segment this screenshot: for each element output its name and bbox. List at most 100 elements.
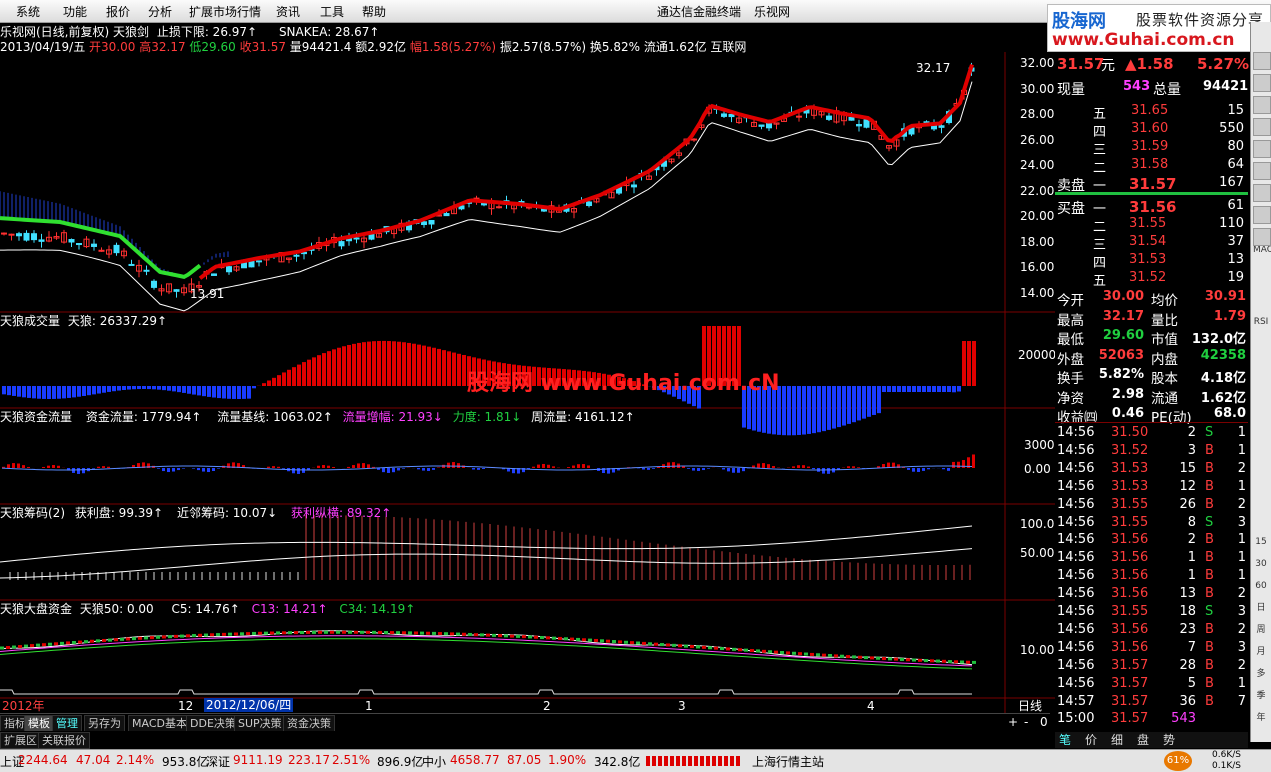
toolstrip-button[interactable]: 周 <box>1253 622 1269 638</box>
flow-bar <box>22 465 25 468</box>
toolstrip-icon[interactable] <box>1253 162 1271 180</box>
market-bar <box>78 641 82 644</box>
toolstrip-icon[interactable] <box>1253 228 1271 246</box>
zoom-minus-button[interactable]: - <box>1024 715 1028 729</box>
bid-row[interactable]: 买盘一 31.56 61 <box>1055 197 1248 215</box>
zoom-reset-button[interactable]: 0 <box>1040 715 1048 729</box>
header-snake: SNAKEA: 28.67↑ <box>279 25 380 39</box>
tab-save-as[interactable]: 另存为 <box>84 715 125 732</box>
date-axis-period[interactable]: 日线 <box>1018 699 1042 713</box>
station-name[interactable]: 上海行情主站 <box>752 753 824 770</box>
toolstrip-icon[interactable] <box>1253 206 1271 224</box>
tick-count: 3 <box>1238 604 1246 619</box>
tab-sup[interactable]: SUP决策 <box>234 715 286 732</box>
flow-bar <box>402 468 405 469</box>
volume-bar <box>422 346 426 386</box>
toolstrip-icon[interactable] <box>1253 140 1271 158</box>
menu-system[interactable]: 系统 <box>16 3 40 20</box>
tab-capital[interactable]: 资金决策 <box>283 715 335 732</box>
toolstrip-button[interactable]: RSI <box>1253 314 1269 330</box>
menu-extended-market[interactable]: 扩展市场行情 <box>189 3 261 20</box>
market-bar <box>492 634 496 637</box>
flow-bar <box>722 468 725 469</box>
menu-analysis[interactable]: 分析 <box>148 3 172 20</box>
quote-tab[interactable]: 盘 <box>1137 733 1149 747</box>
toolstrip-button[interactable]: 多 <box>1253 666 1269 682</box>
market-bar <box>642 642 646 645</box>
tab-extension[interactable]: 扩展区 <box>0 732 41 749</box>
quote-tab[interactable]: 细 <box>1111 733 1123 747</box>
market-bar <box>156 636 160 639</box>
toolstrip-icon[interactable] <box>1253 52 1271 70</box>
flow-bar <box>767 464 770 468</box>
toolstrip-button[interactable]: 年 <box>1253 710 1269 726</box>
market-bar <box>900 658 904 661</box>
volume-bar <box>27 386 31 398</box>
ask-row[interactable]: 五 31.65 15 <box>1055 102 1248 120</box>
tick-row: 14:56 31.55 8 S 3 <box>1055 514 1248 532</box>
menu-news[interactable]: 资讯 <box>276 3 300 20</box>
quote-tab[interactable]: 价 <box>1085 733 1097 747</box>
center-watermark: 股海网 www.Guhai.com.cN <box>467 372 780 396</box>
volume-bar <box>277 375 281 386</box>
bid-row[interactable]: 二 31.55 110 <box>1055 215 1248 233</box>
toolstrip-icon[interactable] <box>1253 118 1271 136</box>
bid-row[interactable]: 五 31.52 19 <box>1055 269 1248 287</box>
ask-row[interactable]: 四 31.60 550 <box>1055 120 1248 138</box>
toolstrip-icon[interactable] <box>1253 96 1271 114</box>
tab-macd[interactable]: MACD基本 <box>128 715 191 732</box>
toolstrip-icon[interactable] <box>1253 74 1271 92</box>
market-bar <box>780 651 784 654</box>
tick-row: 14:56 31.53 15 B 2 <box>1055 460 1248 478</box>
quote-tab[interactable]: 势 <box>1163 733 1175 747</box>
bid-row[interactable]: 四 31.53 13 <box>1055 251 1248 269</box>
tick-time: 14:56 <box>1057 676 1094 691</box>
menu-function[interactable]: 功能 <box>63 3 87 20</box>
volume-bar <box>12 386 16 396</box>
volume-bar <box>152 386 156 389</box>
ask-row[interactable]: 二 31.58 64 <box>1055 156 1248 174</box>
volume-bar <box>282 372 286 386</box>
menu-quote[interactable]: 报价 <box>106 3 130 20</box>
market-bar <box>558 637 562 640</box>
tab-template[interactable]: 模板 <box>24 715 54 732</box>
volume-bar <box>17 386 21 397</box>
volume-bar <box>242 386 246 399</box>
tab-manage[interactable]: 管理 <box>52 715 82 732</box>
menu-help[interactable]: 帮助 <box>362 3 386 20</box>
volume-bar <box>392 341 396 386</box>
tick-volume: 15 <box>1179 461 1196 476</box>
toolstrip-button[interactable]: 30 <box>1253 556 1269 572</box>
tab-dde[interactable]: DDE决策 <box>186 715 240 732</box>
ask-row[interactable]: 三 31.59 80 <box>1055 138 1248 156</box>
toolstrip-button[interactable]: 月 <box>1253 644 1269 660</box>
quote-tabs: 笔价细盘势 <box>1055 732 1248 748</box>
toolstrip-button[interactable]: 60 <box>1253 578 1269 594</box>
toolstrip-icon[interactable] <box>1253 184 1271 202</box>
market-bar <box>90 640 94 643</box>
toolstrip-button[interactable]: 季 <box>1253 688 1269 704</box>
menu-tools[interactable]: 工具 <box>320 3 344 20</box>
zoom-plus-button[interactable]: + <box>1008 715 1018 729</box>
flow-bar <box>282 468 285 469</box>
tick-count: 1 <box>1238 425 1246 440</box>
flow-bar <box>27 467 30 468</box>
toolstrip-button[interactable]: 15 <box>1253 534 1269 550</box>
sh-amount: 953.8亿 <box>162 753 208 770</box>
bid-row[interactable]: 三 31.54 37 <box>1055 233 1248 251</box>
market-axis-label: 10.00 <box>1020 643 1054 657</box>
candle-body <box>729 114 734 116</box>
toolstrip-button[interactable]: 日 <box>1253 600 1269 616</box>
market-bar <box>192 634 196 637</box>
market-bar <box>390 631 394 634</box>
ask-row-best[interactable]: 一 167 <box>1055 174 1248 192</box>
quote-tab[interactable]: 笔 <box>1059 733 1071 747</box>
volume-bar <box>397 342 401 386</box>
flow-bar <box>697 468 700 471</box>
snake-red-line <box>200 65 972 279</box>
flow-bar <box>7 464 10 468</box>
market-bar <box>906 658 910 661</box>
tab-related-quote[interactable]: 关联报价 <box>38 732 90 749</box>
market-bar <box>504 634 508 637</box>
market-bar <box>276 631 280 634</box>
